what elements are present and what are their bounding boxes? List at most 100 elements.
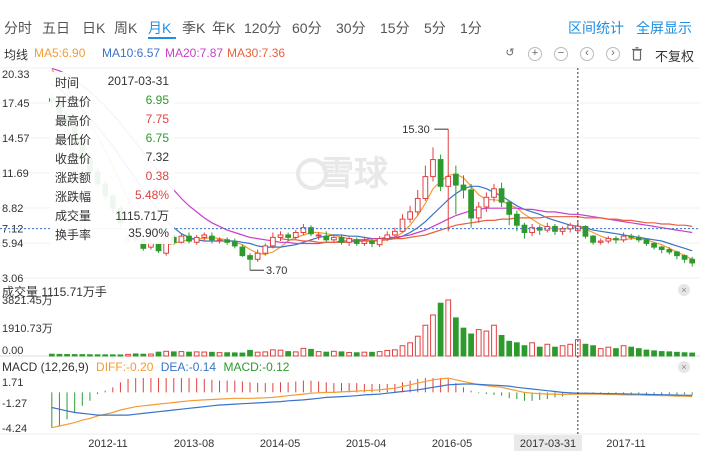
tooltip-row: 成交量 1115.71万: [55, 207, 171, 225]
volume-bar: [407, 342, 413, 357]
tooltip-key: 成交量: [55, 209, 92, 223]
volume-bar: [651, 350, 657, 357]
volume-bar: [399, 345, 406, 357]
candle-body: [613, 238, 619, 241]
volume-bar: [475, 329, 482, 357]
tooltip-key: 最高价: [55, 114, 92, 128]
tooltip-key: 换手率: [55, 228, 92, 242]
tooltip-key: 收盘价: [55, 152, 92, 166]
volume-bar: [315, 351, 322, 357]
macd-diff: DIFF:-0.20: [96, 360, 154, 374]
tooltip-value: 7.75: [145, 112, 169, 126]
candle-body: [216, 239, 223, 242]
volume-bar: [628, 346, 635, 357]
volume-bar: [658, 351, 665, 357]
candle-body: [559, 228, 566, 232]
volume-bar: [247, 349, 253, 357]
candle-body: [292, 232, 299, 238]
candle-body: [681, 255, 688, 260]
candle-body: [277, 234, 284, 238]
volume-bar: [308, 348, 314, 357]
volume-bar: [590, 345, 596, 357]
x-tick-label: 2017-11: [606, 438, 646, 450]
macd-value: MACD:-0.12: [223, 360, 290, 374]
volume-bar: [231, 352, 238, 357]
volume-bar: [148, 353, 154, 357]
candle-body: [376, 238, 383, 246]
macd-legend: MACD (12,26,9) DIFF:-0.20 DEA:-0.14 MACD…: [2, 360, 289, 374]
volume-bar: [155, 351, 162, 357]
close-macd-icon[interactable]: ×: [678, 361, 690, 373]
price-tick-label: 17.45: [2, 98, 30, 110]
volume-bar: [384, 349, 391, 357]
volume-bar: [94, 354, 101, 357]
x-tick-label: 2017-03-31: [520, 438, 576, 450]
tooltip-value: 6.95: [145, 93, 169, 107]
volume-bar: [674, 351, 680, 357]
tooltip-row: 最高价 7.75: [55, 112, 171, 130]
tooltip-value: 1115.71万: [115, 209, 169, 223]
candle-body: [361, 240, 368, 244]
candle-body: [315, 234, 322, 237]
tooltip-row: 时间 2017-03-31: [55, 74, 171, 92]
volume-bar: [536, 346, 543, 357]
candle-body: [285, 234, 292, 238]
volume-bar: [117, 354, 124, 357]
tooltip-value: 2017-03-31: [107, 74, 169, 88]
candle-body: [498, 188, 505, 203]
price-tick-label: 14.57: [2, 133, 30, 145]
tooltip-key: 涨跌幅: [55, 190, 92, 204]
candle-body: [689, 258, 696, 264]
volume-bar: [506, 340, 513, 357]
tooltip-value: 35.90%: [128, 226, 169, 240]
candle-body: [437, 159, 444, 187]
volume-bar: [262, 351, 269, 357]
macd-tick-label: 1.71: [2, 377, 23, 389]
tooltip-value: 5.48%: [134, 188, 169, 202]
volume-bar: [452, 317, 459, 357]
x-tick-label: 2012-11: [88, 438, 128, 450]
high-annotation-label: 15.30: [402, 124, 430, 136]
volume-bar: [201, 351, 208, 357]
volume-bar: [48, 353, 55, 357]
candle-body: [445, 176, 452, 187]
candle-body: [392, 230, 398, 236]
tooltip-row: 换手率 35.90%: [55, 226, 171, 244]
tooltip-row: 收盘价 7.32: [55, 150, 171, 168]
volume-bar: [414, 335, 421, 357]
volume-bar: [597, 348, 604, 357]
volume-bar: [109, 354, 116, 357]
volume-bar: [529, 342, 535, 357]
volume-bar: [666, 351, 673, 357]
macd-tick-label: -1.27: [2, 398, 27, 410]
x-tick-label: 2016-05: [432, 438, 472, 450]
volume-bar: [64, 354, 70, 357]
tooltip-value: 0.38: [145, 169, 169, 183]
close-volume-icon[interactable]: ×: [678, 284, 690, 296]
candle-body: [331, 236, 337, 241]
candle-body: [643, 239, 650, 244]
volume-bar: [353, 352, 360, 357]
macd-dea: DEA:-0.14: [160, 360, 217, 374]
volume-bar: [338, 351, 345, 357]
candle-body: [430, 159, 436, 178]
volume-tick-label: 1910.73万: [2, 323, 53, 335]
candle-body: [483, 196, 490, 208]
candle-body: [254, 252, 261, 260]
volume-bar: [277, 349, 284, 357]
volume-bar: [483, 330, 490, 357]
tooltip-key: 开盘价: [55, 95, 92, 109]
volume-bar: [643, 349, 650, 357]
candle-body: [422, 176, 429, 199]
candle-body: [506, 201, 513, 215]
candle-body: [582, 225, 589, 237]
volume-bar: [376, 351, 383, 357]
watermark-text: 雪球: [320, 155, 389, 193]
volume-bar: [498, 334, 505, 357]
volume-bar: [346, 351, 352, 357]
volume-bar: [209, 351, 215, 357]
candle-body: [338, 236, 345, 243]
candle-body: [399, 218, 406, 232]
volume-bar: [56, 353, 63, 357]
volume-bar: [567, 343, 574, 357]
